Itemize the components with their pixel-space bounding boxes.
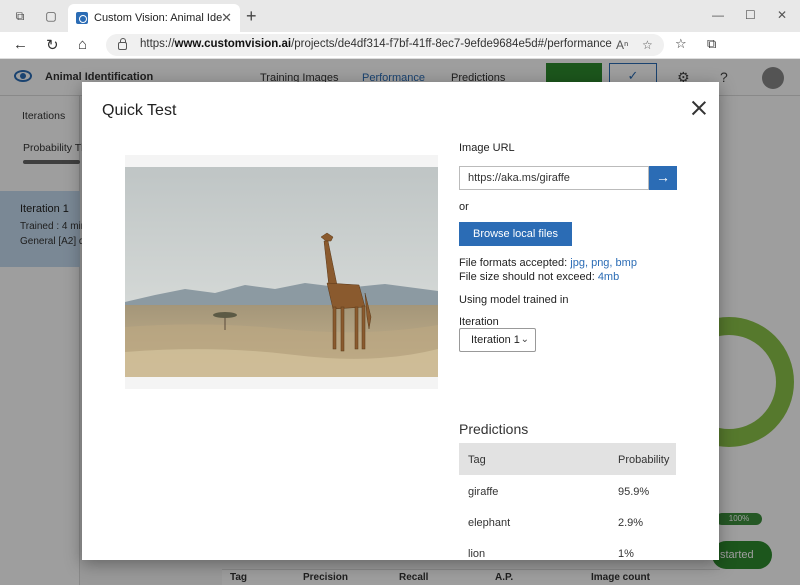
predictions-title: Predictions [459,421,529,437]
predictions-col-probability: Probability [618,454,670,466]
file-size-prefix: File size should not exceed: [459,271,598,283]
file-size-link[interactable]: 4mb [598,271,619,283]
tab-close-icon[interactable]: ✕ [221,10,232,26]
test-image-frame [125,155,438,389]
url-host: www.customvision.ai [174,38,292,50]
lock-icon [118,38,127,50]
home-icon[interactable]: ⌂ [78,36,87,53]
submit-url-button[interactable]: → [649,166,677,190]
refresh-icon[interactable]: ↻ [46,36,59,54]
table-row: lion 1% [459,537,676,560]
iteration-select-value: Iteration 1 [471,334,520,346]
close-icon[interactable] [690,99,708,117]
iteration-label: Iteration [459,316,499,328]
predictions-header-row: Tag Probability [459,443,676,475]
tab-title: Custom Vision: Animal Identificatio [94,12,222,24]
predictions-table: Tag Probability giraffe 95.9% elephant 2… [459,443,676,560]
arrow-right-icon: → [656,169,670,185]
collections-icon[interactable]: ⧉ [707,36,716,52]
workspaces-icon[interactable]: ⧉ [13,9,27,23]
browser-tab-bar: ⧉ ▢ Custom Vision: Animal Identificatio … [0,0,800,32]
new-tab-icon[interactable]: + [246,6,257,27]
model-label: Using model trained in [459,294,569,306]
browser-tab[interactable]: Custom Vision: Animal Identificatio ✕ [68,4,240,32]
url-field[interactable]: https://www.customvision.ai/projects/de4… [106,34,664,56]
image-url-input[interactable]: https://aka.ms/giraffe [459,166,649,190]
file-formats-link[interactable]: jpg, png, bmp [570,257,637,269]
or-label: or [459,201,469,213]
file-size-text: File size should not exceed: 4mb [459,271,619,283]
image-url-label: Image URL [459,142,515,154]
iteration-select[interactable]: Iteration 1 ⌄ [459,328,536,352]
url-prefix: https:// [140,38,175,50]
add-favorite-icon[interactable]: ☆ [642,38,653,52]
favorites-icon[interactable]: ☆ [675,36,687,52]
table-row: giraffe 95.9% [459,475,676,506]
prediction-probability: 2.9% [618,517,644,529]
prediction-probability: 1% [618,548,634,560]
dialog-title: Quick Test [102,102,177,119]
back-icon[interactable]: ← [13,36,28,53]
browse-local-files-button[interactable]: Browse local files [459,222,572,246]
tab-actions-icon[interactable]: ▢ [44,9,58,23]
custom-vision-favicon-icon [76,12,88,24]
address-bar: ← ↻ ⌂ https://www.customvision.ai/projec… [0,32,800,59]
chevron-down-icon: ⌄ [520,334,529,345]
table-row: elephant 2.9% [459,506,676,537]
prediction-tag: elephant [468,517,511,529]
prediction-probability: 95.9% [618,486,650,498]
minimize-icon[interactable]: — [712,8,724,22]
maximize-icon[interactable]: ☐ [745,8,756,22]
prediction-tag: lion [468,548,486,560]
file-formats-prefix: File formats accepted: [459,257,571,269]
file-formats-text: File formats accepted: jpg, png, bmp [459,257,637,269]
prediction-tag: giraffe [468,486,499,498]
window-close-icon[interactable]: ✕ [777,8,787,22]
predictions-col-tag: Tag [468,454,486,466]
quick-test-dialog: Quick Test Image URL https://aka.ms/gira… [82,82,719,560]
giraffe-photo [125,167,438,377]
url-path: /projects/de4df314-f7bf-41ff-8ec7-9efde9… [291,38,612,50]
read-aloud-icon[interactable]: Aⁿ [616,38,628,52]
